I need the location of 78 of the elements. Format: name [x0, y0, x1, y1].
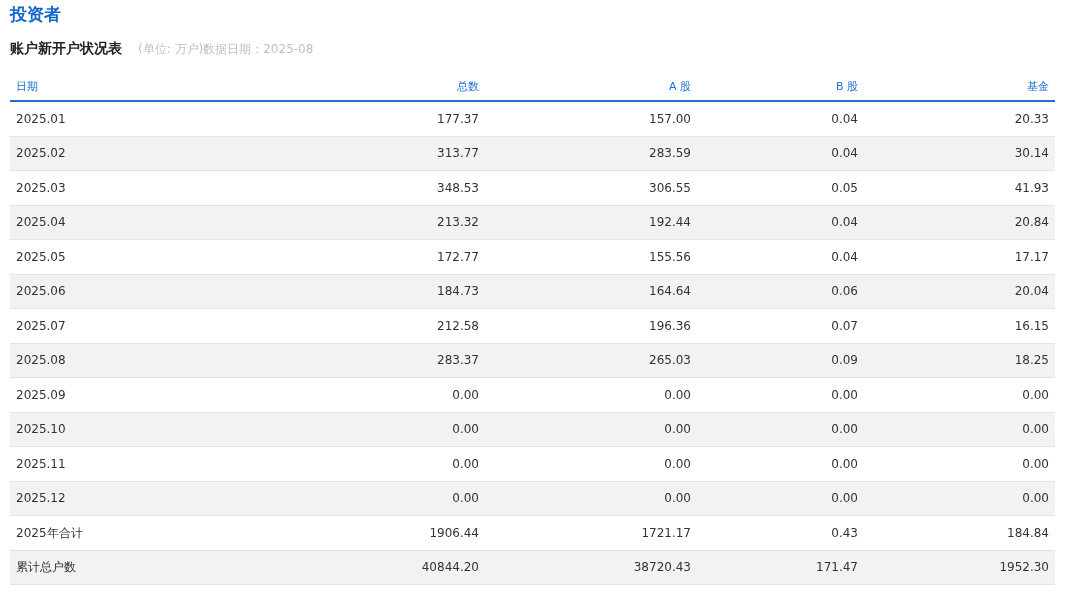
table-cell-text: 306.55 [648, 179, 692, 197]
table-cell-text: 0.00 [1021, 455, 1050, 473]
table-cell-text: 20.33 [1013, 110, 1050, 128]
table-cell-text: 0.00 [830, 421, 859, 439]
table-cell-text: 0.05 [830, 179, 859, 197]
table-cell-text: 0.00 [663, 421, 692, 439]
table-cell-text: 17.17 [1013, 248, 1050, 266]
column-header: 基金 [1026, 78, 1050, 95]
table-cell-text: 2025.10 [15, 421, 67, 439]
table-cell-text: 184.84 [1006, 524, 1050, 542]
column-header: 总数 [456, 78, 480, 95]
table-cell-text: 0.00 [451, 455, 480, 473]
table-cell-text: 2025.04 [15, 214, 67, 232]
table-cell-text: 1952.30 [998, 559, 1050, 577]
table-cell-text: 2025.03 [15, 179, 67, 197]
table-cell-text: 283.37 [436, 352, 480, 370]
table-cell-text: 0.00 [663, 490, 692, 508]
table-cell-text: 累计总户数 [15, 559, 77, 577]
table-cell-text: 171.47 [815, 559, 859, 577]
table-cell-text: 0.00 [1021, 386, 1050, 404]
table-cell-text: 2025.11 [15, 455, 67, 473]
table-cell-text: 164.64 [648, 283, 692, 301]
table-cell-text: 157.00 [648, 110, 692, 128]
table-cell-text: 348.53 [436, 179, 480, 197]
table-cell-text: 0.04 [830, 248, 859, 266]
table-cell-text: 18.25 [1013, 352, 1050, 370]
table-cell-text: 0.00 [451, 490, 480, 508]
table-cell-text: 2025.12 [15, 490, 67, 508]
table-cell-text: 155.56 [648, 248, 692, 266]
table-cell-text: 2025.01 [15, 110, 67, 128]
table-cell-text: 0.04 [830, 214, 859, 232]
table-cell-text: 196.36 [648, 317, 692, 335]
table-cell-text: 1906.44 [428, 524, 480, 542]
table-cell-text: 2025.09 [15, 386, 67, 404]
column-header: B 股 [834, 78, 859, 95]
table-cell-text: 265.03 [648, 352, 692, 370]
table-cell-text: 0.00 [830, 490, 859, 508]
table-cell-text: 20.84 [1013, 214, 1050, 232]
table-cell-text: 2025.02 [15, 145, 67, 163]
table-cell-text: 2025.05 [15, 248, 67, 266]
table-cell-text: 177.37 [436, 110, 480, 128]
table-cell-text: 0.04 [830, 145, 859, 163]
table-cell-text: 0.06 [830, 283, 859, 301]
table-cell-text: 0.00 [663, 386, 692, 404]
table-cell-text: 192.44 [648, 214, 692, 232]
table-cell-text: 38720.43 [632, 559, 692, 577]
table-cell-text: 0.07 [830, 317, 859, 335]
table-cell-text: 2025.07 [15, 317, 67, 335]
table-cell-text: 0.00 [1021, 421, 1050, 439]
table-cell-text: 2025年合计 [15, 524, 84, 542]
table-cell-text: 0.00 [830, 386, 859, 404]
table-cell-text: 172.77 [436, 248, 480, 266]
table-cell-text: 0.09 [830, 352, 859, 370]
table-cell-text: 212.58 [436, 317, 480, 335]
table-cell-text: 20.04 [1013, 283, 1050, 301]
table-title: 账户新开户状况表 [10, 39, 122, 58]
table-cell-text: 0.00 [451, 421, 480, 439]
table-cell-text: 0.00 [663, 455, 692, 473]
table-cell-text: 41.93 [1013, 179, 1050, 197]
table-cell-text: 30.14 [1013, 145, 1050, 163]
column-header: 日期 [15, 78, 39, 95]
table-cell-text: 184.73 [436, 283, 480, 301]
table-cell-text: 0.04 [830, 110, 859, 128]
table-cell-text: 2025.06 [15, 283, 67, 301]
column-header: A 股 [667, 78, 692, 95]
table-cell-text: 1721.17 [640, 524, 692, 542]
table-cell-text: 0.00 [830, 455, 859, 473]
table-cell-text: 313.77 [436, 145, 480, 163]
table-cell-text: 16.15 [1013, 317, 1050, 335]
page-title: 投资者 [10, 3, 62, 26]
table-cell-text: 213.32 [436, 214, 480, 232]
table-note: (单位: 万户)数据日期：2025-08 [138, 41, 314, 58]
table-cell-text: 283.59 [648, 145, 692, 163]
table-cell-text: 0.00 [1021, 490, 1050, 508]
table-cell-text: 0.43 [830, 524, 859, 542]
table-cell-text: 0.00 [451, 386, 480, 404]
table-cell-text: 40844.20 [420, 559, 480, 577]
table-cell-text: 2025.08 [15, 352, 67, 370]
